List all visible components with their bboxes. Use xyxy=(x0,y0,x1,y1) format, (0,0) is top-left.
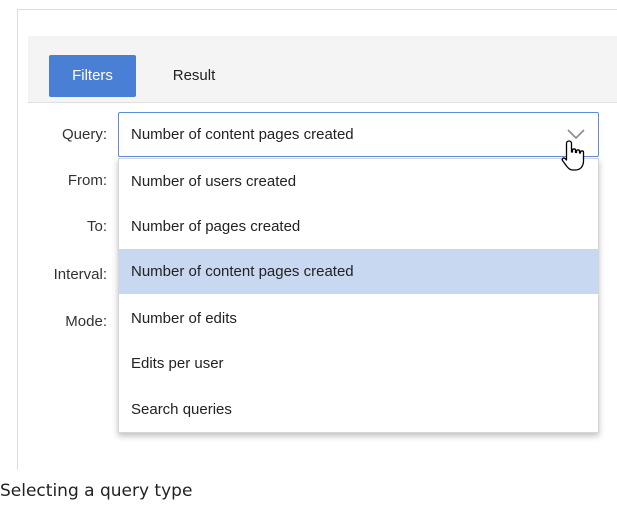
mode-label: Mode: xyxy=(65,313,107,330)
hand-pointer-icon xyxy=(561,140,585,171)
tab-filters[interactable]: Filters xyxy=(49,55,136,97)
option-users-created[interactable]: Number of users created xyxy=(119,159,598,204)
tab-result[interactable]: Result xyxy=(152,55,236,97)
interval-label: Interval: xyxy=(53,266,107,283)
option-pages-created[interactable]: Number of pages created xyxy=(119,204,598,249)
to-label: To: xyxy=(86,218,107,235)
query-label: Query: xyxy=(61,126,107,143)
query-select[interactable]: Number of content pages created xyxy=(118,112,599,157)
query-selected-value: Number of content pages created xyxy=(131,126,354,143)
option-search-queries[interactable]: Search queries xyxy=(119,387,598,432)
image-thumbnail: Filters Result Query: From: To: Interval… xyxy=(0,0,617,513)
option-content-pages-created[interactable]: Number of content pages created xyxy=(119,249,598,294)
query-dropdown-list: Number of users created Number of pages … xyxy=(118,158,599,433)
option-edits-per-user[interactable]: Edits per user xyxy=(119,341,598,386)
image-caption: Selecting a query type xyxy=(0,481,193,501)
from-label: From: xyxy=(67,172,107,189)
option-edits[interactable]: Number of edits xyxy=(119,296,598,341)
